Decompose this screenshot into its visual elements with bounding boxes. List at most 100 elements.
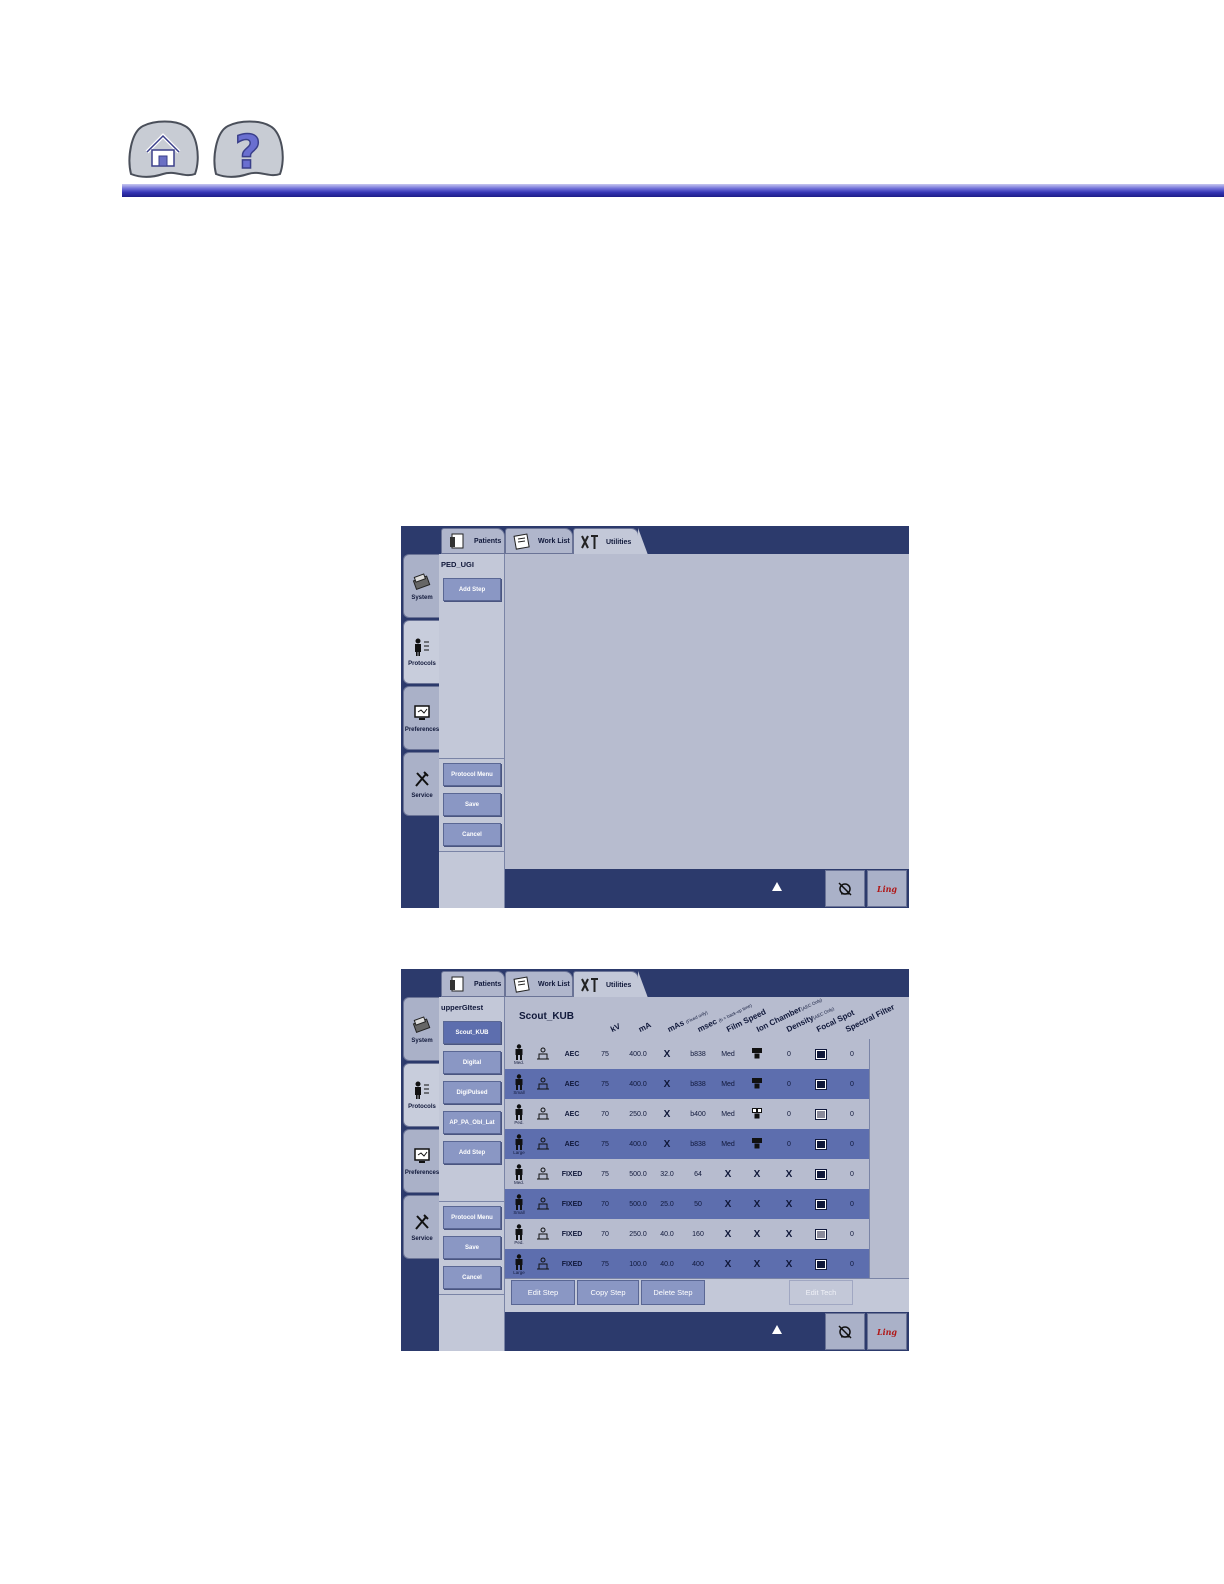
focal-spot-cell [809,1159,833,1189]
table-row[interactable]: Med. FIXED 75 500.0 32.0 64 X X X 0 [505,1159,869,1189]
home-button[interactable] [125,118,201,180]
ion-cell [743,1129,771,1159]
ion-chamber-icon [752,1048,762,1059]
step-button[interactable]: Digital [443,1051,501,1074]
focal-spot-cell [809,1249,833,1279]
table-row[interactable]: Large AEC 75 400.0 Xb838 Med 0 0 [505,1129,869,1159]
patient-size-cell: Med. [509,1159,529,1189]
density-cell: X [785,1198,793,1210]
patient-size-cell: Ped. [509,1219,529,1249]
column-header-mas-label: mAs [666,1018,686,1034]
divider [439,1201,505,1202]
no-exposure-button[interactable] [825,1313,865,1350]
filter-cell: 0 [850,1080,854,1088]
ling-logo-button[interactable]: Ling [867,870,907,907]
edit-step-button[interactable]: Edit Step [511,1280,575,1305]
svg-text:?: ? [235,125,262,179]
side-tab-system-label: System [411,595,433,601]
mas-cell: X [663,1108,671,1120]
film-cell: Med [721,1110,735,1118]
ion-cell: X [753,1258,761,1270]
standing-position-icon [537,1047,549,1060]
tab-worklist-label: Work List [538,537,570,545]
position-cell [533,1099,553,1129]
standing-position-icon [537,1137,549,1150]
delete-step-button[interactable]: Delete Step [641,1280,705,1305]
no-exposure-button[interactable] [825,870,865,907]
help-button[interactable]: ? [210,118,286,180]
system-icon [412,573,431,591]
triangle-up-icon[interactable] [772,1325,782,1334]
kv-cell: 75 [601,1140,609,1148]
position-cell [533,1219,553,1249]
kv-cell: 75 [601,1260,609,1268]
patient-size-label: Small [513,1209,525,1215]
tab-utilities[interactable]: Utilities [573,971,648,998]
step-list-panel: PED_UGI Add Step Protocol Menu Save Canc… [439,554,505,908]
focal-spot-cell [809,1129,833,1159]
filter-cell: 0 [850,1050,854,1058]
film-cell: Med [721,1140,735,1148]
table-row[interactable]: Ped. FIXED 70 250.0 40.0 160 X X X 0 [505,1219,869,1249]
mode-cell: FIXED [561,1170,583,1178]
side-tab-system[interactable]: System [403,554,440,618]
add-step-button[interactable]: Add Step [443,578,501,601]
side-tab-system[interactable]: System [403,997,440,1061]
step-button[interactable]: DigiPulsed [443,1081,501,1104]
utilities-icon [581,978,598,992]
mode-cell: FIXED [561,1260,583,1268]
side-tab-service[interactable]: Service [403,752,440,816]
monitor-icon [414,705,430,720]
tab-patients[interactable]: Patients [441,528,505,554]
tab-patients[interactable]: Patients [441,971,505,997]
density-cell: 0 [787,1110,791,1118]
triangle-up-icon[interactable] [772,882,782,891]
patient-size-label: Large [513,1269,525,1275]
focal-spot-icon [815,1228,827,1240]
patient-size-label: Ped. [514,1119,524,1125]
protocol-menu-button[interactable]: Protocol Menu [443,763,501,786]
tab-utilities[interactable]: Utilities [573,528,648,555]
table-row[interactable]: Small AEC 75 400.0 Xb838 Med 0 0 [505,1069,869,1099]
patient-size-label: Ped. [514,1239,524,1245]
msec-cell: 50 [694,1200,702,1208]
no-radiation-icon [838,881,852,896]
ion-chamber-icon [752,1108,762,1119]
filter-cell: 0 [850,1170,854,1178]
kv-cell: 70 [601,1230,609,1238]
film-cell: X [724,1228,732,1240]
position-cell [533,1129,553,1159]
standing-position-icon [537,1107,549,1120]
cancel-button[interactable]: Cancel [443,823,501,846]
protocol-menu-button[interactable]: Protocol Menu [443,1206,501,1229]
tab-worklist[interactable]: Work List [505,971,573,997]
no-radiation-icon [838,1324,852,1339]
step-button[interactable]: AP_PA_Obl_Lat [443,1111,501,1134]
side-tab-protocols[interactable]: Protocols [403,1063,440,1127]
tab-worklist[interactable]: Work List [505,528,573,554]
step-button[interactable]: Scout_KUB [443,1021,501,1044]
person-icon [515,1223,523,1240]
copy-step-button[interactable]: Copy Step [577,1280,639,1305]
patient-size-label: Small [513,1089,525,1095]
table-row[interactable]: Med. AEC 75 400.0 Xb838 Med 0 0 [505,1039,869,1069]
ion-cell: X [753,1198,761,1210]
ling-logo-button[interactable]: Ling [867,1313,907,1350]
table-row[interactable]: Large FIXED 75 100.0 40.0 400 X X X 0 [505,1249,869,1279]
ma-cell: 100.0 [629,1260,647,1268]
edit-tech-button[interactable]: Edit Tech [789,1280,853,1305]
standing-position-icon [537,1257,549,1270]
side-tab-preferences[interactable]: Preferences [403,1129,440,1193]
side-tab-protocols[interactable]: Protocols [403,620,440,684]
side-tab-service[interactable]: Service [403,1195,440,1259]
table-row[interactable]: Ped. AEC 70 250.0 Xb400 Med 0 0 [505,1099,869,1129]
save-button[interactable]: Save [443,793,501,816]
tab-utilities-label: Utilities [606,538,632,546]
cancel-button[interactable]: Cancel [443,1266,501,1289]
side-tab-preferences-label: Preferences [404,1170,440,1176]
side-tab-preferences[interactable]: Preferences [403,686,440,750]
filter-cell: 0 [850,1230,854,1238]
add-step-button[interactable]: Add Step [443,1141,501,1164]
table-row[interactable]: Small FIXED 70 500.0 25.0 50 X X X 0 [505,1189,869,1219]
save-button[interactable]: Save [443,1236,501,1259]
